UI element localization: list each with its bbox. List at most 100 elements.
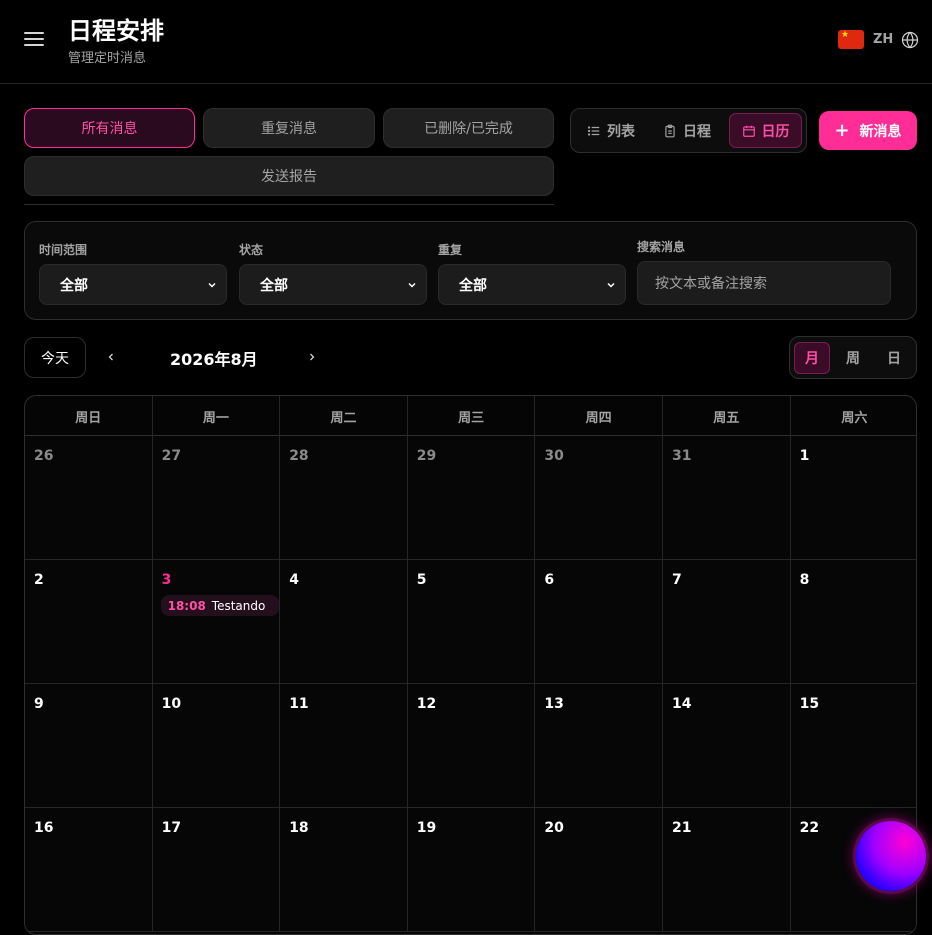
day-number: 10 bbox=[161, 696, 182, 712]
page-header: 日程安排 管理定时消息 ★ ZH bbox=[0, 0, 932, 84]
weekday-label: 周五 bbox=[663, 396, 791, 436]
day-number: 9 bbox=[34, 696, 44, 712]
day-cell[interactable]: 29 bbox=[407, 436, 536, 560]
day-cell[interactable]: 10 bbox=[152, 684, 281, 808]
day-number: 7 bbox=[672, 572, 682, 588]
language-code[interactable]: ZH bbox=[873, 32, 893, 47]
day-cell[interactable]: 27 bbox=[152, 436, 281, 560]
filters-panel: 时间范围 全部 状态 全部 重复 全部 搜索消息 按文本或备注搜索 bbox=[24, 221, 917, 320]
day-cell[interactable]: 3 18:08 Testando bbox=[152, 560, 281, 684]
new-message-button[interactable]: + 新消息 bbox=[819, 111, 917, 150]
day-cell[interactable]: 17 bbox=[152, 808, 281, 932]
weekday-label: 周三 bbox=[408, 396, 536, 436]
day-number: 28 bbox=[289, 448, 309, 464]
today-button[interactable]: 今天 bbox=[24, 337, 86, 378]
day-number: 12 bbox=[416, 696, 437, 712]
search-input[interactable]: 按文本或备注搜索 bbox=[637, 261, 891, 305]
weekday-label: 周六 bbox=[841, 410, 868, 426]
list-icon bbox=[587, 125, 600, 136]
day-cell[interactable]: 11 bbox=[280, 684, 408, 808]
mode-week-button[interactable]: 周 bbox=[835, 342, 871, 374]
day-number: 13 bbox=[544, 696, 564, 712]
day-cell[interactable]: 12 bbox=[407, 684, 536, 808]
tab-deleted-completed[interactable]: 已删除/已完成 bbox=[383, 108, 554, 148]
prev-month-button[interactable] bbox=[101, 347, 121, 367]
mode-day-button[interactable]: 日 bbox=[876, 342, 912, 374]
day-cell[interactable]: 6 bbox=[535, 560, 663, 684]
weekday-label: 周一 bbox=[153, 396, 281, 436]
day-cell[interactable]: 13 bbox=[535, 684, 663, 808]
china-flag-icon[interactable]: ★ bbox=[838, 30, 864, 49]
day-cell[interactable]: 15 bbox=[790, 684, 916, 808]
weekday-label: 周日 bbox=[25, 396, 153, 436]
day-number: 1 bbox=[799, 448, 810, 464]
day-cell[interactable]: 31 bbox=[663, 436, 791, 560]
new-message-label: 新消息 bbox=[859, 123, 902, 140]
weekday-label: 周四 bbox=[535, 396, 663, 436]
hamburger-menu-icon[interactable] bbox=[24, 32, 44, 48]
day-cell[interactable]: 20 bbox=[535, 808, 663, 932]
day-cell[interactable]: 19 bbox=[407, 808, 536, 932]
status-select[interactable]: 全部 bbox=[239, 264, 427, 305]
day-number: 29 bbox=[416, 448, 437, 464]
page-subtitle: 管理定时消息 bbox=[68, 51, 147, 66]
tab-label: 发送报告 bbox=[261, 169, 317, 185]
chevron-down-icon bbox=[408, 282, 416, 288]
day-cell[interactable]: 18 bbox=[280, 808, 408, 932]
day-cell[interactable]: 16 bbox=[25, 808, 153, 932]
day-cell[interactable]: 1 bbox=[790, 436, 916, 560]
day-number: 20 bbox=[544, 820, 564, 836]
day-cell[interactable]: 28 bbox=[280, 436, 408, 560]
day-cell[interactable]: 5 bbox=[407, 560, 536, 684]
view-list-button[interactable]: 列表 bbox=[579, 113, 643, 148]
day-number: 15 bbox=[799, 696, 820, 712]
view-calendar-label: 日历 bbox=[761, 123, 790, 140]
mode-month-button[interactable]: 月 bbox=[794, 342, 830, 374]
time-range-select[interactable]: 全部 bbox=[39, 264, 227, 305]
tabs-divider bbox=[24, 204, 554, 205]
event-title: Testando bbox=[211, 598, 266, 613]
view-schedule-label: 日程 bbox=[683, 123, 711, 140]
day-number: 3 bbox=[161, 572, 172, 588]
tab-send-report[interactable]: 发送报告 bbox=[24, 156, 554, 196]
event-time: 18:08 bbox=[167, 598, 206, 613]
tab-all-messages[interactable]: 所有消息 bbox=[24, 108, 195, 148]
day-number: 18 bbox=[289, 820, 309, 836]
next-month-button[interactable] bbox=[302, 347, 322, 367]
day-number: 16 bbox=[34, 820, 54, 836]
tab-label: 重复消息 bbox=[261, 121, 317, 137]
day-cell[interactable]: 4 bbox=[280, 560, 408, 684]
view-schedule-button[interactable]: 日程 bbox=[655, 113, 719, 148]
day-number: 22 bbox=[799, 820, 820, 836]
repeat-select[interactable]: 全部 bbox=[438, 264, 626, 305]
day-cell[interactable]: 21 bbox=[663, 808, 791, 932]
repeat-value: 全部 bbox=[459, 277, 487, 294]
weekday-header: 周日 周一 周二 周三 周四 周五 周六 bbox=[25, 396, 916, 436]
tab-recurring-messages[interactable]: 重复消息 bbox=[203, 108, 375, 148]
day-cell[interactable]: 7 bbox=[663, 560, 791, 684]
globe-icon[interactable] bbox=[901, 31, 919, 49]
plus-icon: + bbox=[834, 119, 850, 141]
search-placeholder: 按文本或备注搜索 bbox=[655, 276, 767, 292]
assistant-orb-button[interactable] bbox=[856, 821, 926, 891]
status-value: 全部 bbox=[260, 277, 288, 294]
day-number: 11 bbox=[289, 696, 309, 712]
view-calendar-button[interactable]: 日历 bbox=[729, 113, 802, 148]
day-number: 21 bbox=[672, 820, 692, 836]
chevron-down-icon bbox=[607, 282, 615, 288]
tab-label: 所有消息 bbox=[81, 121, 138, 137]
day-number: 17 bbox=[161, 820, 182, 836]
search-label: 搜索消息 bbox=[637, 240, 686, 254]
chevron-right-icon bbox=[310, 353, 315, 361]
day-cell[interactable]: 30 bbox=[535, 436, 663, 560]
day-cell[interactable]: 2 bbox=[25, 560, 153, 684]
day-cell[interactable]: 14 bbox=[663, 684, 791, 808]
calendar-icon bbox=[742, 125, 755, 137]
day-cell[interactable]: 26 bbox=[25, 436, 153, 560]
day-cell[interactable]: 8 bbox=[790, 560, 916, 684]
calendar-event[interactable]: 18:08 Testando bbox=[160, 595, 280, 616]
flag-star: ★ bbox=[841, 30, 850, 40]
day-cell[interactable]: 9 bbox=[25, 684, 153, 808]
day-number: 26 bbox=[34, 448, 54, 464]
day-number: 8 bbox=[799, 572, 810, 588]
